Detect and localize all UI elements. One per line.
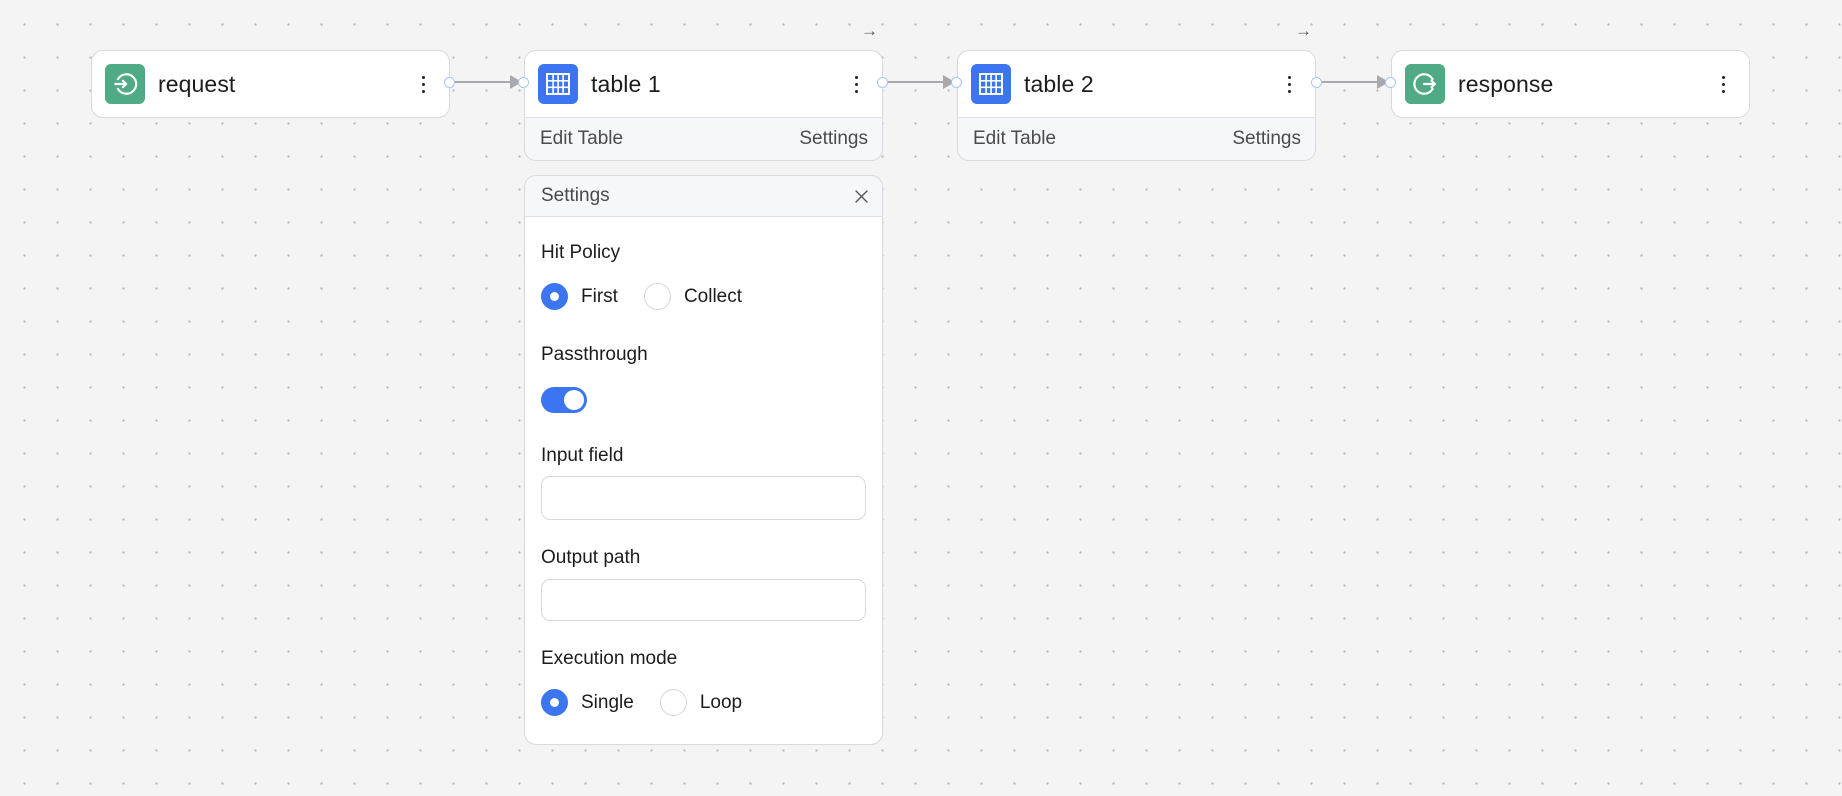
node-request[interactable]: request [91,50,450,118]
node-title: table 1 [591,70,661,97]
input-handle[interactable] [1385,77,1396,88]
node-header[interactable]: table 2 [958,51,1315,117]
hit-policy-radio-group: First Collect [541,283,768,310]
node-footer: Edit Table Settings [958,117,1315,160]
execution-mode-single-radio[interactable] [541,689,568,716]
execution-mode-label: Execution mode [541,648,678,669]
arrow-right-icon[interactable]: → [861,22,878,39]
output-handle[interactable] [877,77,888,88]
arrow-right-icon[interactable]: → [1295,22,1312,39]
node-title: request [158,70,236,97]
hit-policy-collect-radio[interactable] [643,283,671,310]
output-path-label: Output path [541,547,641,568]
log-in-icon [105,64,145,104]
hit-policy-collect-label[interactable]: Collect [684,286,742,308]
passthrough-label: Passthrough [541,344,648,365]
hit-policy-first-label[interactable]: First [581,286,618,308]
output-handle[interactable] [1311,77,1322,88]
edit-table-button[interactable]: Edit Table [973,128,1056,150]
table-icon [971,64,1011,104]
toggle-knob [564,390,584,410]
close-icon[interactable] [854,189,868,203]
node-table1[interactable]: table 1 Edit Table Settings [524,50,883,161]
hit-policy-first-radio[interactable] [541,283,568,310]
node-header[interactable]: table 1 [525,51,882,117]
output-handle[interactable] [444,77,455,88]
node-footer: Edit Table Settings [525,117,882,160]
node-title: table 2 [1024,70,1094,97]
table-icon [538,64,578,104]
node-header[interactable]: request [92,51,449,117]
execution-mode-loop-radio[interactable] [659,689,687,716]
input-handle[interactable] [518,77,529,88]
edit-table-button[interactable]: Edit Table [540,128,623,150]
output-path-input[interactable] [541,579,866,621]
more-options-icon[interactable] [844,69,868,99]
input-handle[interactable] [951,77,962,88]
execution-mode-radio-group: Single Loop [541,689,768,716]
node-response[interactable]: response [1391,50,1750,118]
input-field-input[interactable] [541,476,866,520]
settings-panel-header: Settings [525,176,882,217]
execution-mode-loop-label[interactable]: Loop [700,692,742,714]
settings-button[interactable]: Settings [1232,128,1301,150]
log-out-icon [1405,64,1445,104]
settings-button[interactable]: Settings [799,128,868,150]
node-header[interactable]: response [1392,51,1749,117]
input-field-label: Input field [541,445,624,466]
more-options-icon[interactable] [411,69,435,99]
execution-mode-single-label[interactable]: Single [581,692,634,714]
settings-panel-title: Settings [541,185,610,206]
node-table2[interactable]: table 2 Edit Table Settings [957,50,1316,161]
passthrough-toggle[interactable] [541,387,587,413]
hit-policy-label: Hit Policy [541,242,621,263]
settings-panel: Settings Hit Policy First Collect Passth… [524,175,883,745]
node-title: response [1458,70,1554,97]
more-options-icon[interactable] [1711,69,1735,99]
more-options-icon[interactable] [1277,69,1301,99]
